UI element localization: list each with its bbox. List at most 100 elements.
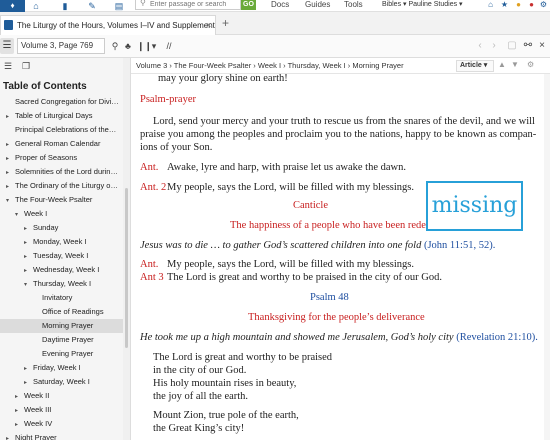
chevron-down-icon[interactable]: ▾ [148,38,160,54]
chevron-right-icon[interactable]: ▸ [24,222,33,235]
toc-item[interactable]: Principal Celebrations of the… [0,123,123,137]
menu-docs[interactable]: Docs [271,0,289,10]
settings-icon[interactable]: ⚙ [538,0,549,10]
verse-line: in the city of our God. [153,365,247,376]
search-box[interactable]: ⚲ [135,0,241,10]
antiphon-text: My people, says the Lord, will be filled… [167,182,415,193]
chevron-right-icon[interactable]: ▸ [6,110,15,123]
app-bar: ♦ ⌂ ▮ ✎ ▤ ⚲ GO Docs Guides Tools Bibles … [0,0,550,12]
layouts-icon[interactable]: ▤ [112,0,126,12]
toc-item[interactable]: Daytime Prayer [0,333,123,347]
reading-pane: may your glory shine on earth! Psalm-pra… [131,74,550,440]
scrollbar-thumb[interactable] [125,188,128,348]
canticle-heading: Canticle [293,200,328,211]
toc-item-label: Monday, Week I [33,237,87,246]
toc-item-label: Invitatory [42,293,73,302]
toc-item[interactable]: ▸ Week IV [0,417,123,431]
reader-scrollbar[interactable] [544,74,550,440]
toc-item[interactable]: ▸ The Ordinary of the Liturgy o… [0,179,123,193]
toc-item[interactable]: ▸ Friday, Week I [0,361,123,375]
chevron-right-icon[interactable]: ▸ [15,390,24,403]
tab-liturgy-of-the-hours[interactable]: The Liturgy of the Hours, Volumes I–IV a… [0,15,216,35]
toc-item[interactable]: ▸ Solemnities of the Lord durin… [0,165,123,179]
visual-filters-icon[interactable]: ♣ [122,38,134,54]
canticle-scripture-link[interactable]: (John 11:51, 52). [424,240,495,251]
toc-item[interactable]: Invitatory [0,291,123,305]
forward-icon[interactable]: › [488,38,500,54]
toc-item[interactable]: ▸ General Roman Calendar [0,137,123,151]
menu-tools[interactable]: Tools [344,0,363,10]
copy-icon[interactable]: ❐ [22,61,30,72]
toc-item[interactable]: ▸ Tuesday, Week I [0,249,123,263]
toc-item-label: Proper of Seasons [15,153,78,162]
reference-box[interactable]: Volume 3, Page 769 [17,38,105,54]
search-icon[interactable]: ⚲ [109,38,121,54]
chevron-right-icon[interactable]: ▸ [6,152,15,165]
account-icon[interactable]: ● [513,0,524,10]
arrow-down-icon[interactable]: ▼ [511,60,519,69]
chevron-right-icon[interactable]: ▸ [24,236,33,249]
toc-item[interactable]: ▸ Saturday, Week I [0,375,123,389]
toc-item[interactable]: ▸ Week II [0,389,123,403]
resource-toolbar: ☰ Volume 3, Page 769 ⚲ ♣ ❙❙ ▾ // ‹ › ▢ ⚯… [0,35,550,58]
search-input[interactable] [150,0,240,9]
toc-item[interactable]: ▾ The Four-Week Psalter [0,193,123,207]
add-tab-button[interactable]: + [222,17,229,29]
documents-icon[interactable]: ✎ [85,0,99,12]
chevron-right-icon[interactable]: ▸ [6,180,15,193]
toc-list-icon[interactable]: ☰ [4,61,12,72]
toc-item[interactable]: Evening Prayer [0,347,123,361]
chevron-right-icon[interactable]: ▸ [15,404,24,417]
toc-item[interactable]: Morning Prayer [0,319,123,333]
notification-icon[interactable]: ● [526,0,537,10]
verse-line: Mount Zion, true pole of the earth, [153,410,299,421]
chevron-right-icon[interactable]: ▸ [24,362,33,375]
toc-item[interactable]: ▸ Proper of Seasons [0,151,123,165]
toc-item[interactable]: ▸ Monday, Week I [0,235,123,249]
star-icon[interactable]: ★ [499,0,510,10]
gear-icon[interactable]: ⚙ [527,60,534,69]
logos-logo[interactable]: ♦ [0,0,25,12]
toc-item[interactable]: ▸ Wednesday, Week I [0,263,123,277]
link-icon[interactable]: ⚯ [522,38,534,54]
chevron-right-icon[interactable]: ▸ [15,418,24,431]
chevron-right-icon[interactable]: ▸ [6,138,15,151]
chevron-right-icon[interactable]: ▸ [6,432,15,440]
library-selector[interactable]: Bibles ▾ Pauline Studies ▾ [382,0,463,10]
arrow-up-icon[interactable]: ▲ [498,60,506,69]
chevron-right-icon[interactable]: ▸ [6,166,15,179]
chevron-down-icon[interactable]: ▾ [15,208,24,221]
chevron-down-icon[interactable]: ▾ [6,194,15,207]
back-icon[interactable]: ‹ [474,38,486,54]
chevron-right-icon[interactable]: ▸ [24,250,33,263]
menu-guides[interactable]: Guides [305,0,330,10]
book-icon [4,20,13,30]
home-icon[interactable]: ⌂ [29,0,43,12]
canticle-quote-text: Jesus was to die … to gather God’s scatt… [140,240,422,251]
toc-item[interactable]: ▾ Thursday, Week I [0,277,123,291]
home-icon[interactable]: ⌂ [485,0,496,10]
chevron-right-icon[interactable]: ▸ [24,376,33,389]
view-mode-dropdown[interactable]: Article ▾ [456,60,494,72]
psalm-scripture-link[interactable]: (Revelation 21:10). [456,332,538,343]
toc-item[interactable]: ▸ Sunday [0,221,123,235]
panel-options-icon[interactable]: ▢ [506,38,518,54]
toc-item-label: Principal Celebrations of the… [15,125,117,134]
close-icon[interactable]: × [536,38,548,54]
library-icon[interactable]: ▮ [58,0,72,12]
toc-item[interactable]: ▸ Table of Liturgical Days [0,109,123,123]
toc-item[interactable]: ▾ Week I [0,207,123,221]
toc-item[interactable]: ▸ Night Prayer [0,431,123,440]
breadcrumb[interactable]: Volume 3 › The Four-Week Psalter › Week … [136,61,404,70]
sidebar-scrollbar[interactable] [123,58,130,440]
toc-item[interactable]: Office of Readings [0,305,123,319]
antiphon-label: Ant. [140,162,159,173]
chevron-right-icon[interactable]: ▸ [24,264,33,277]
close-icon[interactable]: × [206,20,211,30]
chevron-down-icon[interactable]: ▾ [24,278,33,291]
panel-menu-icon[interactable]: ☰ [0,38,14,54]
toc-item[interactable]: ▸ Week III [0,403,123,417]
parallel-resources-icon[interactable]: // [163,38,175,54]
go-button[interactable]: GO [241,0,256,10]
toc-item[interactable]: Sacred Congregation for Divi… [0,95,123,109]
